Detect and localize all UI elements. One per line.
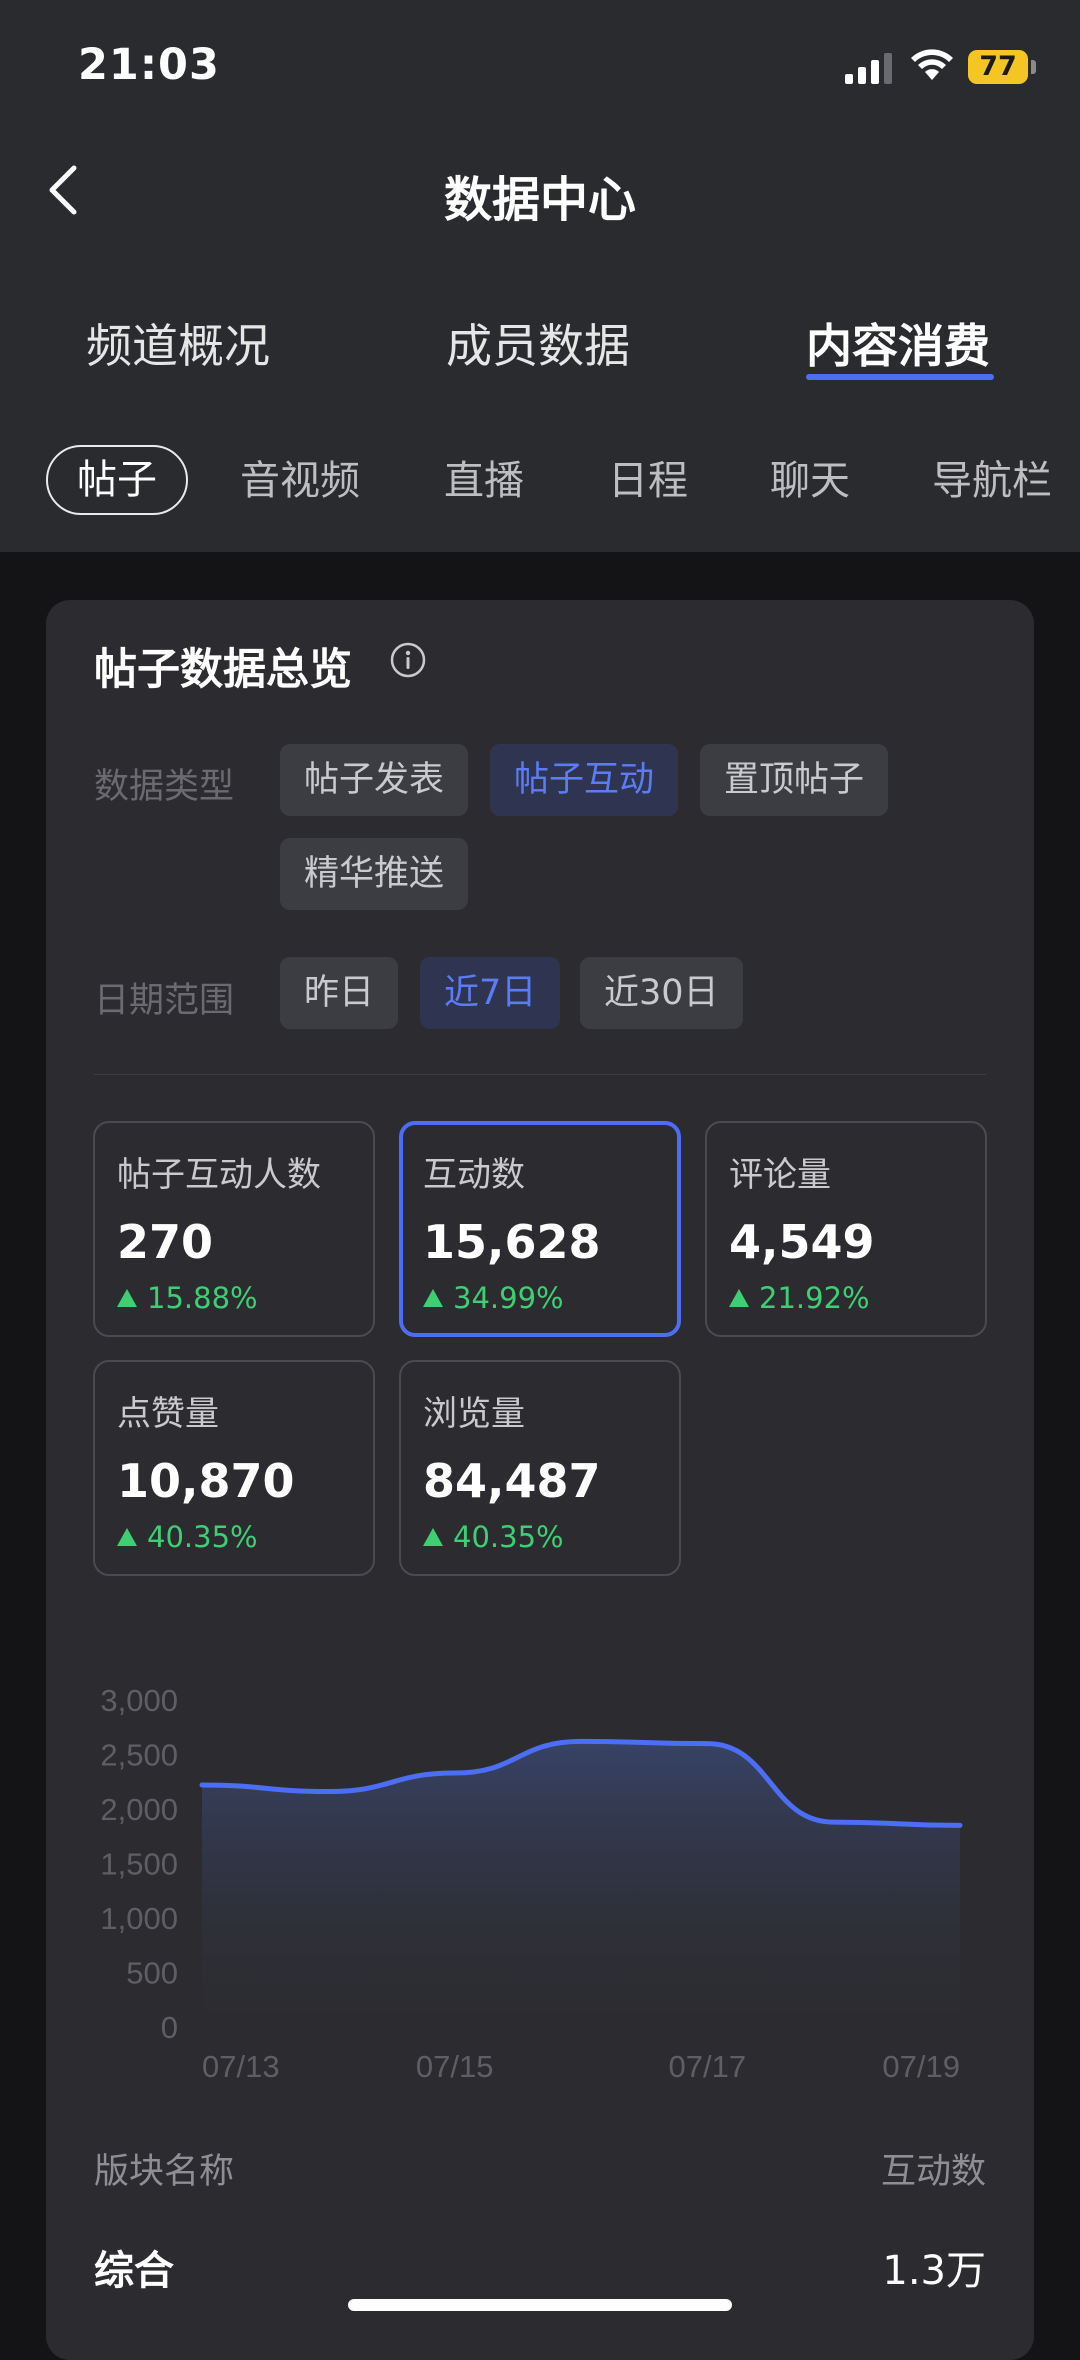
subtab-audio-video[interactable]: 音视频 [240,445,360,517]
wifi-icon [911,49,953,80]
chip-featured-push[interactable]: 精华推送 [280,838,469,910]
metric-value: 84,487 [423,1454,601,1508]
metric-label: 浏览量 [423,1394,525,1434]
status-time: 21:03 [78,40,220,90]
metric-change-value: 15.88% [147,1281,258,1315]
x-tick-label: 07/15 [416,2049,494,2084]
metric-change: 40.35% [423,1520,564,1554]
info-icon[interactable] [390,642,426,678]
data-type-label: 数据类型 [94,767,235,807]
metric-label: 评论量 [729,1155,831,1195]
metric-change: 34.99% [423,1281,564,1315]
metric-change-value: 40.35% [147,1520,258,1554]
x-tick-label: 07/13 [202,2049,280,2084]
metric-change-value: 21.92% [759,1281,870,1315]
up-arrow-icon [117,1289,137,1307]
divider [94,1074,986,1075]
chip-post-publish[interactable]: 帖子发表 [280,744,469,816]
table-row-name: 综合 [94,2248,174,2294]
table-row-value: 1.3万 [882,2248,986,2294]
battery-indicator: 77 [968,50,1028,84]
up-arrow-icon [729,1289,749,1307]
chip-post-interaction[interactable]: 帖子互动 [490,744,679,816]
y-tick-label: 2,000 [100,1792,178,1827]
metric-change-value: 40.35% [453,1520,564,1554]
subtab-posts[interactable]: 帖子 [46,445,188,515]
y-tick-label: 3,000 [100,1683,178,1718]
metric-label: 帖子互动人数 [117,1155,321,1195]
y-tick-label: 2,500 [100,1738,178,1773]
battery-tip [1031,60,1036,74]
metric-card-interacting-users[interactable]: 帖子互动人数 270 15.88% [93,1121,375,1337]
chip-pinned-posts[interactable]: 置顶帖子 [700,744,889,816]
metric-value: 10,870 [117,1454,295,1508]
date-range-label: 日期范围 [94,981,235,1021]
metric-value: 15,628 [423,1215,601,1269]
up-arrow-icon [117,1528,137,1546]
x-tick-label: 07/17 [669,2049,747,2084]
subtab-live[interactable]: 直播 [444,445,524,517]
metric-change: 40.35% [117,1520,258,1554]
subtab-chat[interactable]: 聊天 [770,445,850,517]
x-tick-label: 07/19 [882,2049,960,2084]
y-tick-label: 0 [161,2010,178,2045]
tab-member-data[interactable]: 成员数据 [446,310,630,376]
overview-title: 帖子数据总览 [94,645,352,695]
metric-change: 21.92% [729,1281,870,1315]
metric-value: 270 [117,1215,214,1269]
metric-card-views[interactable]: 浏览量 84,487 40.35% [399,1360,681,1576]
chip-last-30-days[interactable]: 近30日 [580,957,743,1029]
y-tick-label: 500 [126,1956,178,1991]
metric-label: 点赞量 [117,1394,219,1434]
metric-label: 互动数 [423,1155,525,1195]
y-tick-label: 1,000 [100,1901,178,1936]
up-arrow-icon [423,1289,443,1307]
metric-value: 4,549 [729,1215,875,1269]
table-header-interactions: 互动数 [880,2152,986,2192]
metric-card-comments[interactable]: 评论量 4,549 21.92% [705,1121,987,1337]
subtab-navbar[interactable]: 导航栏 [932,445,1052,517]
metric-change-value: 34.99% [453,1281,564,1315]
table-header-section-name: 版块名称 [94,2152,235,2192]
chip-last-7-days[interactable]: 近7日 [420,957,561,1029]
interaction-trend-chart[interactable]: 3,000 2,500 2,000 1,500 1,000 500 0 07/13 07/15… [60,1670,1000,2090]
chip-yesterday[interactable]: 昨日 [280,957,399,1029]
chart-area [202,1741,960,2027]
metric-change: 15.88% [117,1281,258,1315]
y-tick-label: 1,500 [100,1847,178,1882]
tab-channel-overview[interactable]: 频道概况 [86,310,270,376]
page-title: 数据中心 [443,172,636,228]
tab-content-consumption[interactable]: 内容消费 [806,310,990,376]
metric-card-interactions[interactable]: 互动数 15,628 34.99% [399,1121,681,1337]
signal-icon [845,53,892,84]
active-tab-indicator [806,374,994,380]
up-arrow-icon [423,1528,443,1546]
subtab-schedule[interactable]: 日程 [608,445,688,517]
metric-card-likes[interactable]: 点赞量 10,870 40.35% [93,1360,375,1576]
home-indicator [348,2299,732,2311]
